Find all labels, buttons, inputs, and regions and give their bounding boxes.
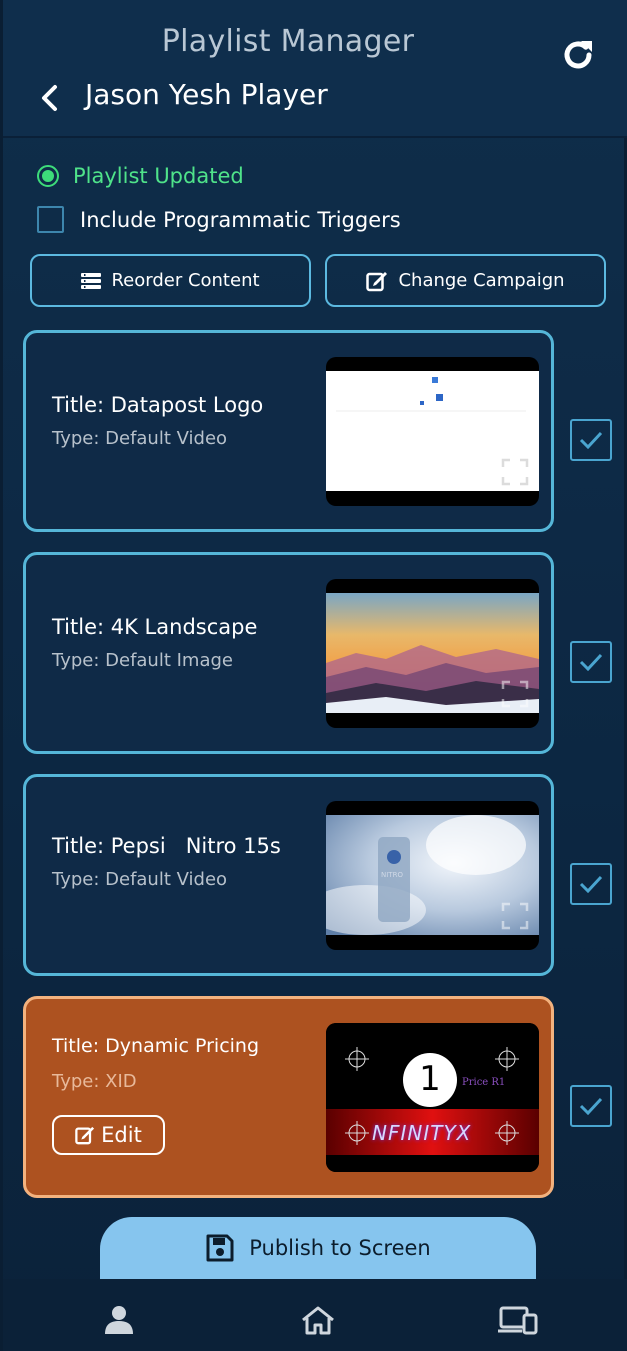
programmatic-triggers-label: Include Programmatic Triggers	[80, 207, 401, 232]
item-type: Type: Default Image	[52, 650, 233, 671]
refresh-icon[interactable]	[559, 36, 597, 74]
header: Playlist Manager Jason Yesh Player	[3, 0, 627, 138]
publish-label: Publish to Screen	[249, 1236, 431, 1260]
check-icon	[579, 653, 603, 671]
page-title: Playlist Manager	[161, 24, 415, 59]
status-indicator: Playlist Updated	[37, 164, 244, 188]
item-thumbnail[interactable]: 1 Price R1 NFINITYX	[326, 1023, 539, 1172]
expand-icon[interactable]	[501, 458, 529, 486]
playlist-item-active[interactable]: Title: Dynamic Pricing Type: XID Edit 1 …	[23, 996, 554, 1198]
check-icon	[579, 431, 603, 449]
check-icon	[579, 1097, 603, 1115]
item-select-checkbox[interactable]	[570, 863, 612, 905]
item-title: Title: Datapost Logo	[52, 393, 264, 417]
item-thumbnail[interactable]	[326, 357, 539, 506]
change-campaign-label: Change Campaign	[398, 270, 565, 291]
playlist-item[interactable]: Title: Pepsi Nitro 15s Type: Default Vid…	[23, 774, 554, 976]
change-campaign-button[interactable]: Change Campaign	[325, 254, 606, 307]
publish-to-screen-button[interactable]: Publish to Screen	[100, 1217, 536, 1279]
item-type: Type: Default Video	[52, 869, 228, 890]
edit-button[interactable]: Edit	[52, 1115, 165, 1155]
item-thumbnail[interactable]: NITRO	[326, 801, 539, 950]
playlist-item[interactable]: Title: Datapost Logo Type: Default Video	[23, 330, 554, 532]
playlist-manager-screen: Playlist Manager Jason Yesh Player Playl…	[0, 0, 627, 1351]
devices-icon[interactable]	[498, 1305, 538, 1335]
status-text: Playlist Updated	[73, 164, 244, 188]
programmatic-triggers-checkbox[interactable]	[37, 206, 64, 233]
expand-icon[interactable]	[501, 680, 529, 708]
programmatic-triggers-option[interactable]: Include Programmatic Triggers	[37, 206, 401, 233]
user-icon[interactable]	[101, 1305, 137, 1335]
item-type: Type: XID	[52, 1071, 137, 1092]
xid-brand-logo: NFINITYX	[372, 1121, 472, 1145]
item-title: Title: 4K Landscape	[52, 615, 258, 639]
reorder-content-label: Reorder Content	[111, 270, 260, 291]
item-select-checkbox[interactable]	[570, 419, 612, 461]
item-thumbnail[interactable]	[326, 579, 539, 728]
check-icon	[579, 875, 603, 893]
pepsi-can-label: NITRO	[381, 871, 403, 879]
player-name: Jason Yesh Player	[85, 78, 328, 111]
edit-label: Edit	[101, 1123, 142, 1147]
save-icon	[206, 1234, 234, 1262]
home-icon[interactable]	[300, 1305, 336, 1335]
expand-icon[interactable]	[501, 902, 529, 930]
playlist-item[interactable]: Title: 4K Landscape Type: Default Image	[23, 552, 554, 754]
edit-icon	[366, 271, 388, 291]
edit-icon	[75, 1126, 95, 1145]
xid-price: Price R1	[462, 1077, 506, 1088]
reorder-content-button[interactable]: Reorder Content	[30, 254, 311, 307]
item-type: Type: Default Video	[52, 428, 228, 449]
status-dot-icon	[37, 165, 59, 187]
back-chevron-icon[interactable]	[39, 84, 61, 112]
xid-thumbnail-image: 1 Price R1 NFINITYX	[326, 1023, 539, 1172]
item-title: Title: Pepsi Nitro 15s	[52, 834, 281, 858]
item-title: Title: Dynamic Pricing	[52, 1035, 260, 1057]
bottom-navigation	[3, 1279, 627, 1351]
item-select-checkbox[interactable]	[570, 1085, 612, 1127]
list-icon	[81, 272, 102, 289]
item-select-checkbox[interactable]	[570, 641, 612, 683]
xid-number: 1	[419, 1059, 441, 1099]
